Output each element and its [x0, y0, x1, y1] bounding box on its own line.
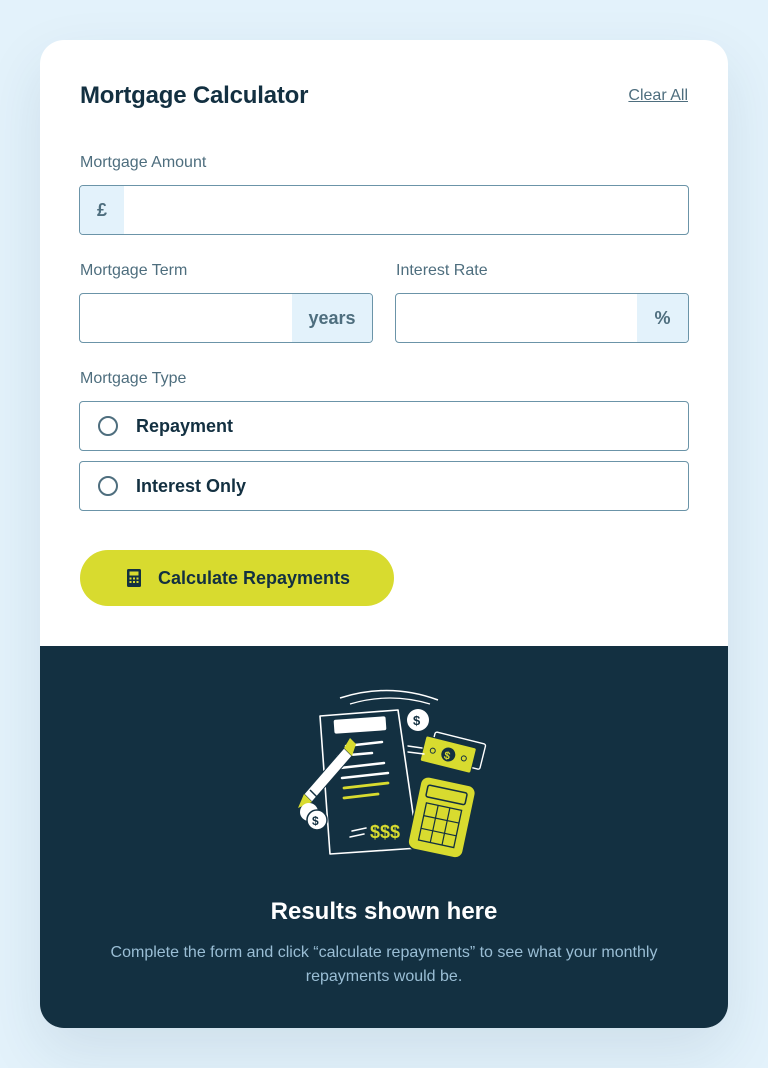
radio-option-interest-only[interactable]: Interest Only: [79, 461, 689, 511]
svg-text:$: $: [413, 713, 421, 728]
mortgage-type-label: Mortgage Type: [80, 370, 187, 387]
empty-results-illustration: $$$ $ $ $: [298, 689, 487, 859]
mortgage-amount-field: £: [79, 185, 689, 235]
mortgage-term-label: Mortgage Term: [80, 262, 188, 279]
interest-rate-input[interactable]: [396, 294, 637, 342]
calculate-button-label: Calculate Repayments: [157, 567, 351, 588]
years-suffix: years: [292, 294, 372, 342]
calculator-form: Mortgage Calculator Clear All Mortgage A…: [40, 40, 728, 646]
results-panel: $$$ $ $ $ Results shown here Complete th…: [40, 646, 728, 1028]
results-description: Complete the form and click “calculate r…: [110, 944, 658, 985]
radio-circle-icon[interactable]: [98, 416, 118, 436]
page-title: Mortgage Calculator: [80, 82, 309, 109]
svg-text:$: $: [312, 814, 319, 828]
radio-circle-icon[interactable]: [98, 476, 118, 496]
mortgage-amount-label: Mortgage Amount: [80, 154, 207, 171]
calculator-icon: [126, 569, 141, 587]
calculate-repayments-button[interactable]: Calculate Repayments: [80, 550, 394, 606]
svg-text:$$$: $$$: [370, 822, 400, 842]
currency-prefix: £: [80, 186, 124, 234]
mortgage-calculator-card: Mortgage Calculator Clear All Mortgage A…: [40, 40, 728, 1028]
results-title: Results shown here: [270, 898, 498, 925]
interest-rate-label: Interest Rate: [396, 262, 488, 279]
interest-rate-field: %: [395, 293, 689, 343]
mortgage-term-field: years: [79, 293, 373, 343]
radio-label-repayment: Repayment: [136, 415, 234, 436]
radio-label-interest-only: Interest Only: [136, 475, 247, 496]
clear-all-link[interactable]: Clear All: [628, 87, 688, 105]
radio-option-repayment[interactable]: Repayment: [79, 401, 689, 451]
mortgage-amount-input[interactable]: [124, 186, 688, 234]
mortgage-term-input[interactable]: [80, 294, 292, 342]
percent-suffix: %: [637, 294, 688, 342]
